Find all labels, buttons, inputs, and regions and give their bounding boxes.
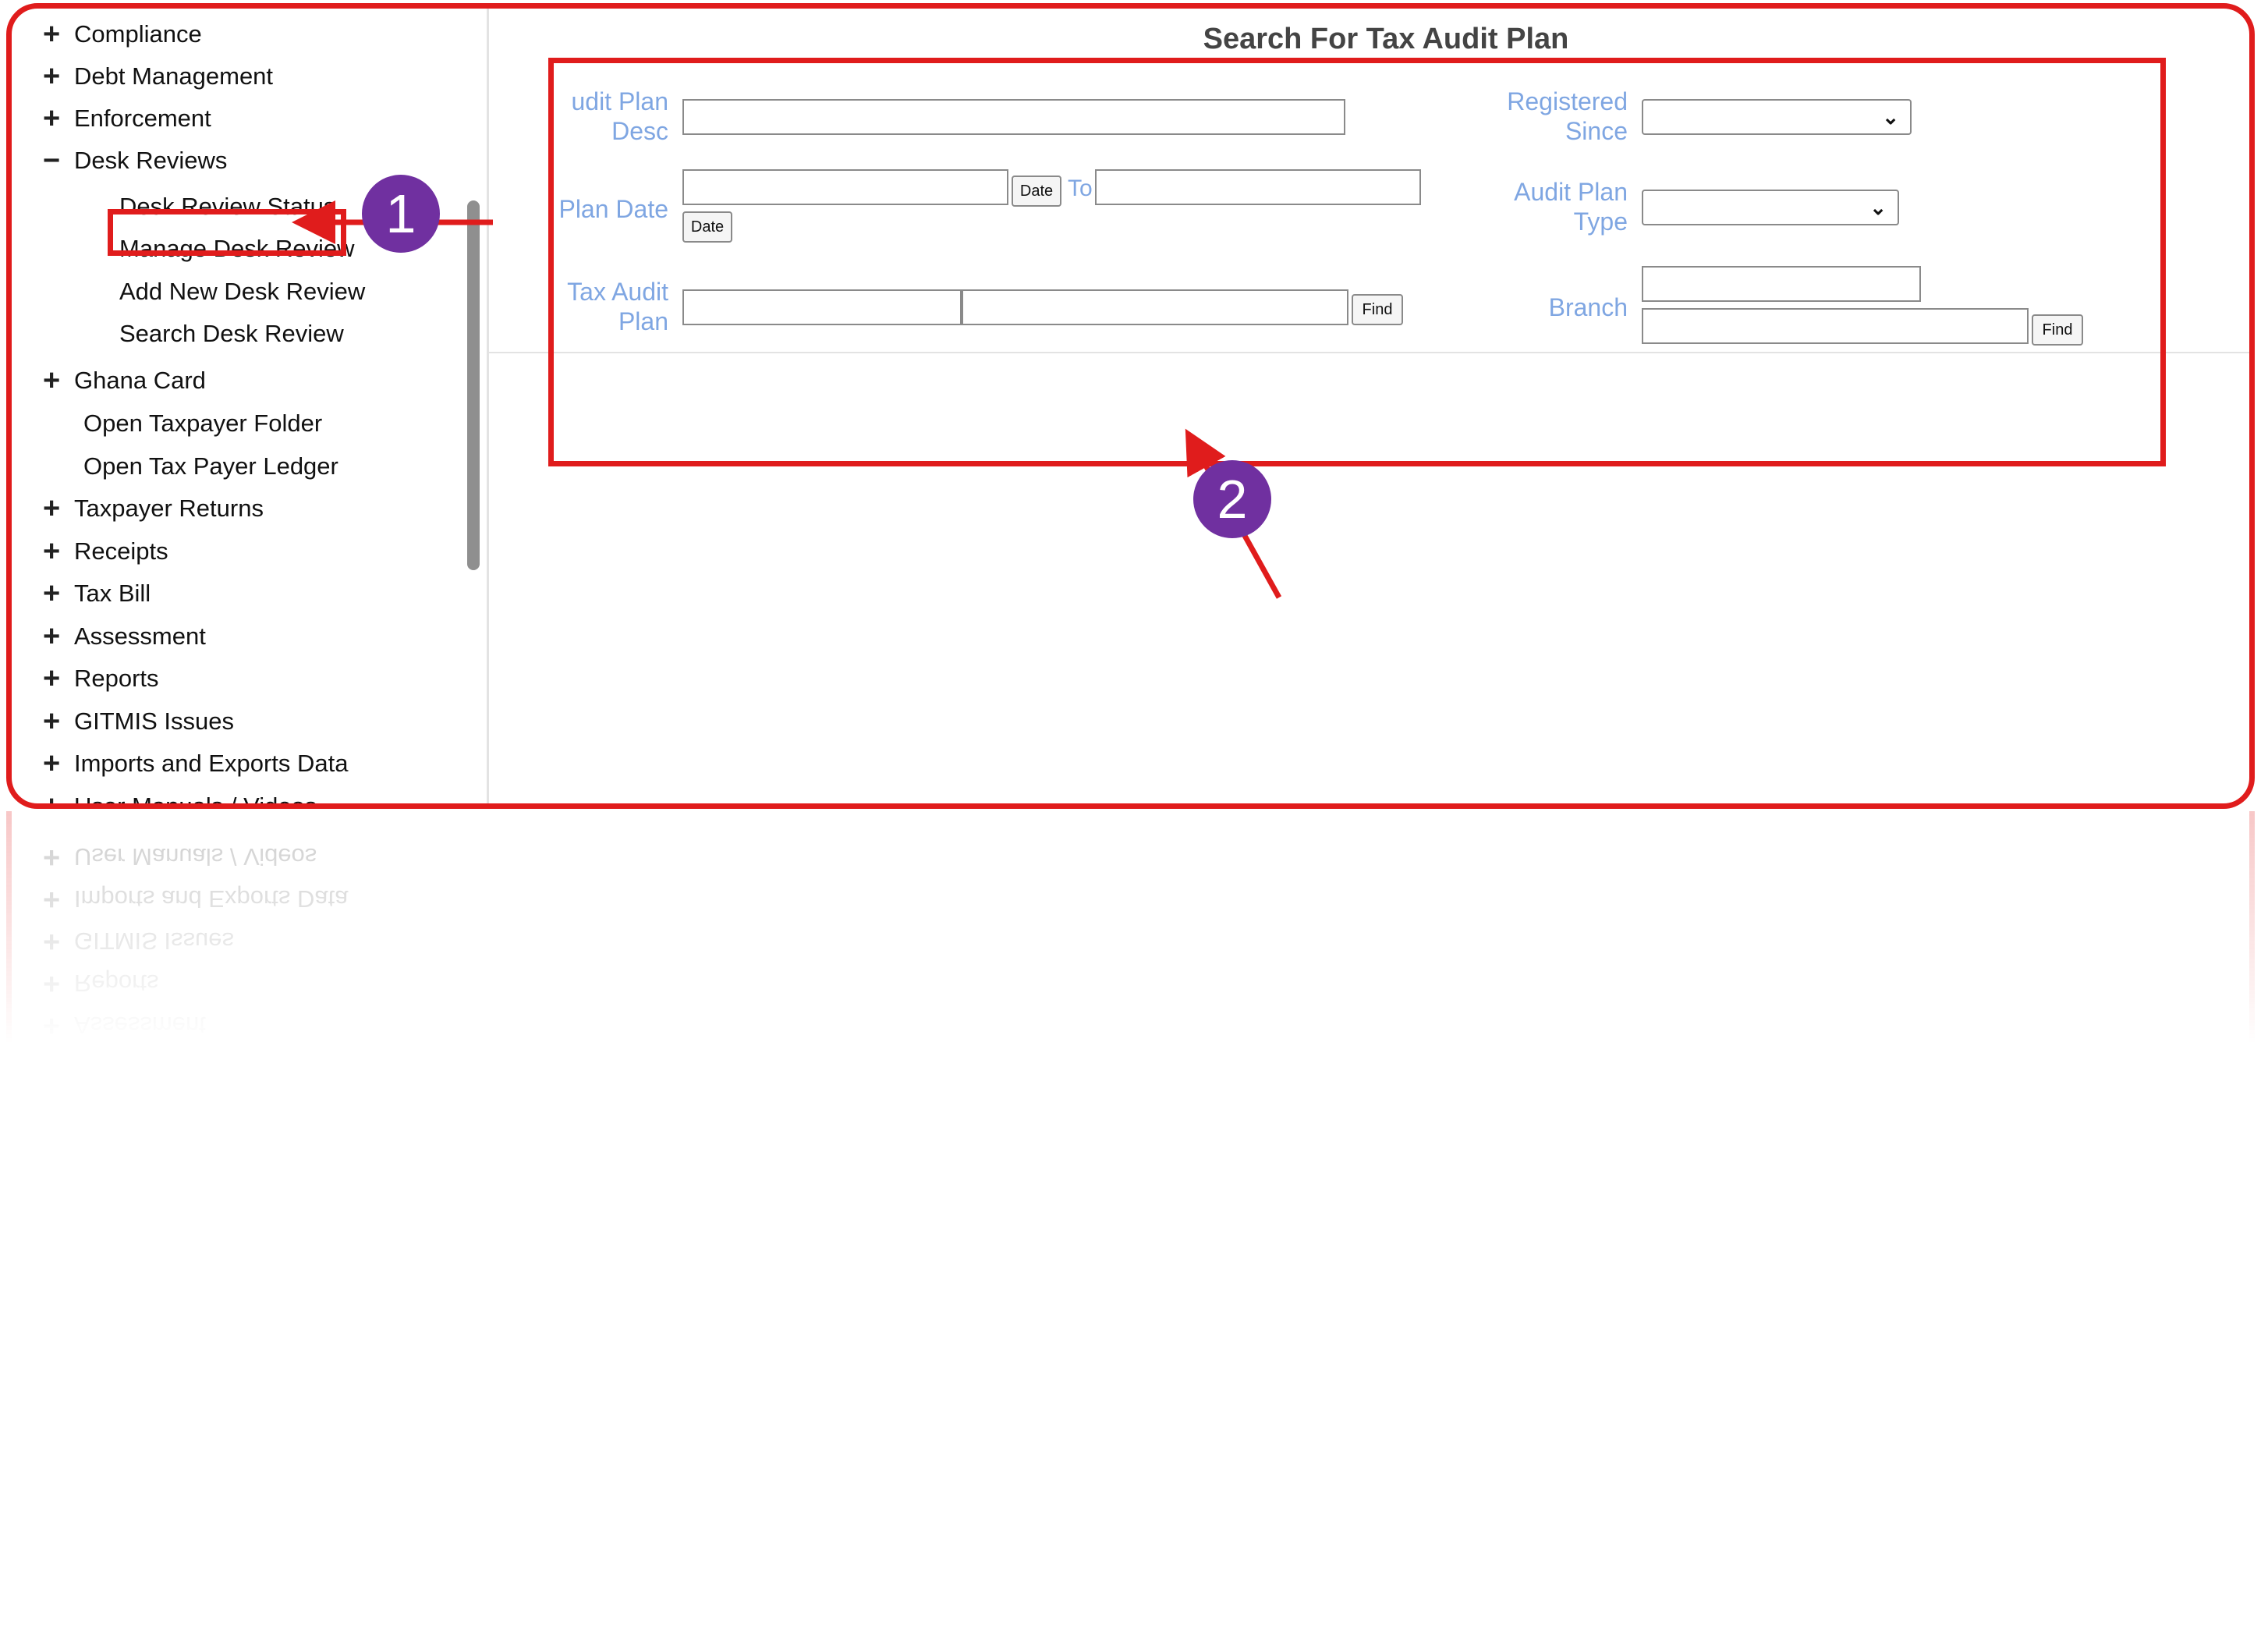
reflection-item: + Assessment: [43, 1009, 206, 1042]
plus-icon: +: [43, 925, 61, 958]
reflection-label: GITMIS Issues: [74, 927, 234, 956]
reflection-item: + Imports and Exports Data: [43, 882, 349, 916]
reflection: + User Manuals / Videos + Imports and Ex…: [6, 811, 2255, 1045]
reflection-item: + User Manuals / Videos: [43, 840, 317, 874]
plus-icon: +: [43, 841, 61, 874]
reflection-label: User Manuals / Videos: [74, 843, 317, 871]
plus-icon: +: [43, 967, 61, 1000]
reflection-inner: + User Manuals / Videos + Imports and Ex…: [6, 811, 2255, 1045]
plus-icon: +: [43, 1009, 61, 1042]
plus-icon: +: [43, 883, 61, 916]
reflection-label: Reports: [74, 970, 159, 998]
reflection-item: + Reports: [43, 966, 159, 1000]
reflection-item: + GITMIS Issues: [43, 924, 234, 958]
reflection-label: Imports and Exports Data: [74, 885, 349, 913]
step-badge-1: 1: [362, 175, 440, 253]
step-badge-2: 2: [1193, 460, 1271, 538]
reflection-label: Assessment: [74, 1012, 206, 1040]
